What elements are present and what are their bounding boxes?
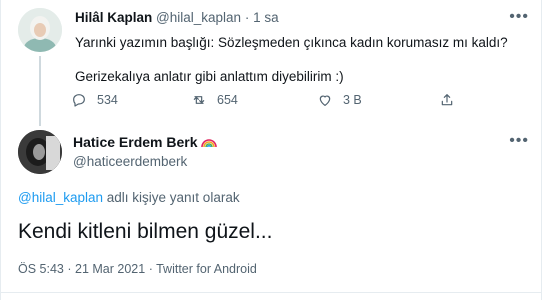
more-horizontal-icon[interactable]: ••• bbox=[509, 132, 529, 150]
tweet-text: Kendi kitleni bilmen güzel... bbox=[18, 220, 273, 243]
avatar-photo-icon bbox=[18, 8, 62, 52]
tweet-source[interactable]: Twitter for Android bbox=[156, 262, 257, 276]
share-button[interactable] bbox=[439, 92, 455, 108]
like-button[interactable]: 3 B bbox=[317, 92, 362, 108]
like-count: 3 B bbox=[343, 93, 362, 107]
parent-tweet[interactable]: Hilâl Kaplan @hilal_kaplan · 1 sa ••• Ya… bbox=[1, 0, 542, 126]
avatar-photo-icon bbox=[18, 130, 62, 174]
tweet-text-line-1: Yarınki yazımın başlığı: Sözleşmeden çık… bbox=[75, 35, 508, 50]
tweet-frame: Hilâl Kaplan @hilal_kaplan · 1 sa ••• Ya… bbox=[0, 0, 542, 300]
avatar[interactable] bbox=[18, 130, 62, 174]
reply-to-label: adlı kişiye yanıt olarak bbox=[103, 190, 240, 205]
main-tweet: Hatice Erdem Berk @haticeerdemberk ••• @… bbox=[1, 122, 542, 300]
reply-count: 534 bbox=[97, 93, 118, 107]
tweet-date[interactable]: 21 Mar 2021 bbox=[75, 262, 145, 276]
reply-icon bbox=[73, 94, 85, 107]
reply-to-link[interactable]: @hilal_kaplan bbox=[18, 190, 103, 205]
parent-tweet-header: Hilâl Kaplan @hilal_kaplan · 1 sa bbox=[75, 10, 279, 25]
author-handle[interactable]: @hilal_kaplan bbox=[156, 10, 241, 25]
author-handle[interactable]: @haticeerdemberk bbox=[73, 154, 187, 169]
tweet-time[interactable]: 1 sa bbox=[253, 10, 279, 25]
rainbow-icon bbox=[201, 139, 218, 148]
tweet-actions: 534 654 3 B bbox=[71, 92, 511, 112]
author-name[interactable]: Hilâl Kaplan bbox=[75, 10, 152, 25]
author-name-text: Hatice Erdem Berk bbox=[73, 134, 198, 150]
retweet-button[interactable]: 654 bbox=[191, 92, 238, 108]
retweet-count: 654 bbox=[217, 93, 238, 107]
avatar[interactable] bbox=[18, 8, 62, 52]
separator-dot: · bbox=[148, 262, 153, 276]
tweet-time[interactable]: ÖS 5:43 bbox=[18, 262, 64, 276]
thread-connector-line bbox=[39, 56, 41, 126]
separator-dot: · bbox=[244, 10, 250, 25]
replying-to: @hilal_kaplan adlı kişiye yanıt olarak bbox=[18, 190, 240, 205]
share-icon bbox=[441, 94, 453, 106]
retweet-icon bbox=[193, 96, 205, 104]
tweet-meta: ÖS 5:43 · 21 Mar 2021 · Twitter for Andr… bbox=[18, 262, 257, 276]
heart-icon bbox=[319, 95, 331, 106]
separator-dot: · bbox=[67, 262, 72, 276]
reply-button[interactable]: 534 bbox=[71, 92, 118, 108]
more-horizontal-icon[interactable]: ••• bbox=[509, 8, 529, 26]
divider bbox=[1, 292, 542, 293]
tweet-text-line-2: Gerizekalıya anlatır gibi anlattım diyeb… bbox=[75, 69, 344, 84]
author-name[interactable]: Hatice Erdem Berk bbox=[73, 134, 218, 150]
